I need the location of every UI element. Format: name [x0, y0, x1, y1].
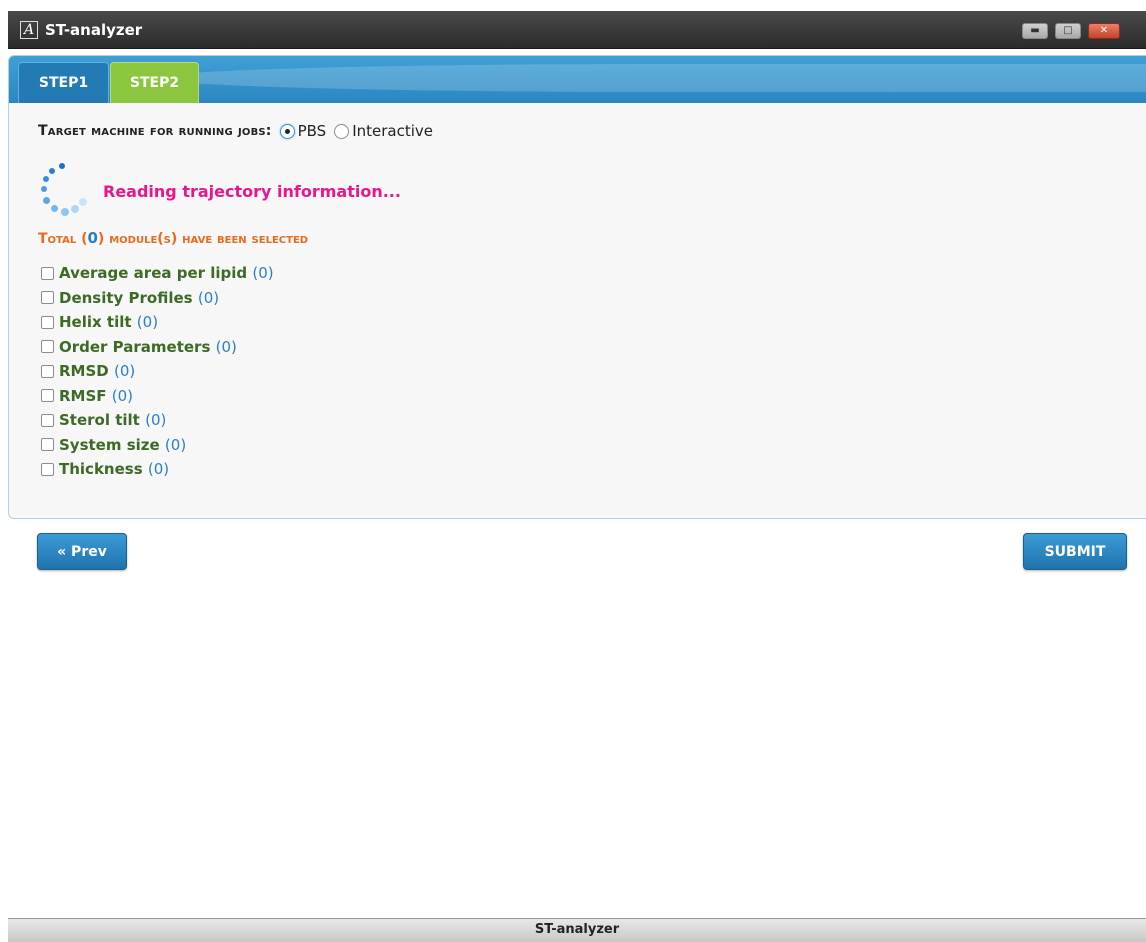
module-item-density-profiles[interactable]: Density Profiles (0) [41, 286, 274, 311]
module-item-rmsd[interactable]: RMSD (0) [41, 359, 274, 384]
window-titlebar: A ST-analyzer ▬ □ ✕ [8, 11, 1146, 49]
module-checkbox[interactable] [41, 462, 54, 476]
module-label[interactable]: Sterol tilt [59, 411, 140, 429]
maximize-button[interactable]: □ [1055, 23, 1081, 39]
summary-count: 0 [87, 229, 98, 247]
radio-pbs-label[interactable]: PBS [298, 122, 327, 140]
spinner-dot [61, 208, 69, 216]
module-label[interactable]: RMSF [59, 387, 107, 405]
module-count: (0) [197, 288, 220, 307]
summary-suffix: ) module(s) have been selected [97, 231, 309, 247]
target-machine-row: Target machine for running jobs: PBS Int… [38, 122, 433, 140]
module-item-order-parameters[interactable]: Order Parameters (0) [41, 335, 274, 360]
tab-bar-decoration [159, 64, 1146, 92]
module-checkbox[interactable] [41, 364, 54, 378]
app-logo-icon: A [20, 21, 38, 39]
spinner-dot [51, 205, 58, 212]
module-label[interactable]: Thickness [59, 460, 143, 478]
modules-selected-summary: Total (0) module(s) have been selected [38, 229, 308, 247]
module-checkbox[interactable] [41, 291, 54, 305]
tab-step1[interactable]: STEP1 [18, 62, 109, 103]
module-label[interactable]: Average area per lipid [59, 264, 247, 282]
submit-button[interactable]: SUBMIT [1023, 533, 1127, 570]
module-list: Average area per lipid (0) Density Profi… [41, 261, 274, 482]
spinner-dot [43, 197, 50, 204]
window-title: ST-analyzer [45, 21, 143, 39]
module-checkbox[interactable] [41, 266, 54, 280]
module-label[interactable]: System size [59, 436, 160, 454]
tab-step2[interactable]: STEP2 [110, 62, 199, 103]
maximize-icon: □ [1063, 25, 1073, 36]
tab-bar: STEP1 STEP2 [9, 56, 1146, 103]
module-label[interactable]: Density Profiles [59, 289, 193, 307]
spinner-dot [71, 205, 79, 213]
module-count: (0) [113, 362, 136, 381]
module-label[interactable]: Order Parameters [59, 338, 210, 356]
module-checkbox[interactable] [41, 438, 54, 452]
summary-prefix: Total ( [38, 231, 88, 247]
spinner-dot [49, 168, 55, 174]
minimize-button[interactable]: ▬ [1022, 23, 1048, 39]
module-count: (0) [164, 435, 187, 454]
main-panel: STEP1 STEP2 Target machine for running j… [8, 55, 1146, 519]
radio-pbs[interactable] [279, 123, 295, 139]
module-item-average-area-per-lipid[interactable]: Average area per lipid (0) [41, 261, 274, 286]
radio-interactive-label[interactable]: Interactive [352, 122, 433, 140]
module-checkbox[interactable] [41, 389, 54, 403]
module-count: (0) [145, 411, 167, 430]
minimize-icon: ▬ [1030, 25, 1040, 36]
spinner-dot [43, 176, 49, 182]
close-icon: ✕ [1099, 25, 1109, 36]
module-checkbox[interactable] [41, 340, 54, 354]
spinner-dot [41, 186, 47, 192]
module-count: (0) [136, 313, 159, 332]
close-button[interactable]: ✕ [1088, 23, 1120, 39]
loading-spinner-icon [36, 158, 100, 222]
loading-status-text: Reading trajectory information... [103, 182, 401, 201]
radio-interactive[interactable] [334, 123, 350, 139]
spinner-dot [79, 198, 87, 206]
target-machine-label: Target machine for running jobs: [38, 123, 272, 139]
module-count: (0) [252, 264, 274, 283]
status-bar-text: ST-analyzer [534, 922, 620, 937]
module-count: (0) [215, 337, 237, 356]
module-item-system-size[interactable]: System size (0) [41, 433, 274, 458]
module-checkbox[interactable] [41, 315, 54, 329]
spinner-dot [59, 163, 65, 169]
module-checkbox[interactable] [41, 413, 54, 427]
prev-button[interactable]: « Prev [37, 533, 127, 570]
module-count: (0) [147, 460, 170, 479]
module-count: (0) [111, 386, 134, 405]
module-item-thickness[interactable]: Thickness (0) [41, 457, 274, 482]
module-item-sterol-tilt[interactable]: Sterol tilt (0) [41, 408, 274, 433]
module-item-rmsf[interactable]: RMSF (0) [41, 384, 274, 409]
module-label[interactable]: Helix tilt [59, 313, 132, 331]
status-bar: ST-analyzer [8, 918, 1146, 942]
module-label[interactable]: RMSD [59, 362, 109, 380]
module-item-helix-tilt[interactable]: Helix tilt (0) [41, 310, 274, 335]
